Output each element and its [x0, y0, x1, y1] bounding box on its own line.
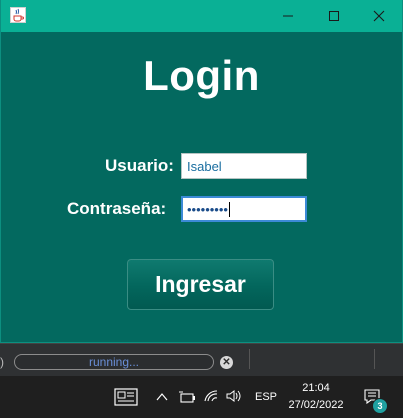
news-widget-icon[interactable] [114, 388, 138, 406]
maximize-button[interactable] [311, 0, 357, 32]
minimize-button[interactable] [265, 0, 311, 32]
ingresar-button[interactable]: Ingresar [127, 259, 274, 310]
username-value: Isabel [187, 159, 222, 174]
battery-icon[interactable] [178, 390, 196, 404]
text-caret [228, 202, 230, 217]
wifi-icon[interactable] [203, 389, 219, 403]
clock-date: 27/02/2022 [288, 399, 344, 411]
maximize-icon [329, 11, 339, 21]
password-value: ••••••••• [187, 202, 228, 217]
minimize-icon [283, 15, 293, 17]
login-window: Login Usuario: Isabel Contraseña: ••••••… [0, 0, 403, 343]
username-label: Usuario: [105, 156, 174, 175]
volume-icon[interactable] [226, 389, 242, 403]
status-prefix: ) [0, 355, 4, 369]
title-bar[interactable] [1, 0, 402, 32]
chevron-up-icon[interactable] [156, 392, 168, 402]
username-field[interactable]: Isabel [181, 153, 307, 179]
status-divider [374, 349, 375, 369]
clock-time: 21:04 [302, 382, 330, 394]
status-divider [249, 349, 250, 369]
close-icon [373, 10, 385, 22]
notification-badge: 3 [372, 398, 388, 414]
password-field[interactable]: ••••••••• [181, 196, 307, 222]
cancel-icon[interactable]: ✕ [220, 356, 233, 369]
language-indicator[interactable]: ESP [255, 391, 277, 403]
password-label: Contraseña: [67, 199, 167, 218]
login-title: Login [143, 52, 260, 99]
clock[interactable]: 21:04 27/02/2022 [284, 380, 348, 414]
progress-bar: running... [14, 354, 214, 370]
close-button[interactable] [356, 0, 402, 32]
java-cup-icon [10, 7, 26, 23]
